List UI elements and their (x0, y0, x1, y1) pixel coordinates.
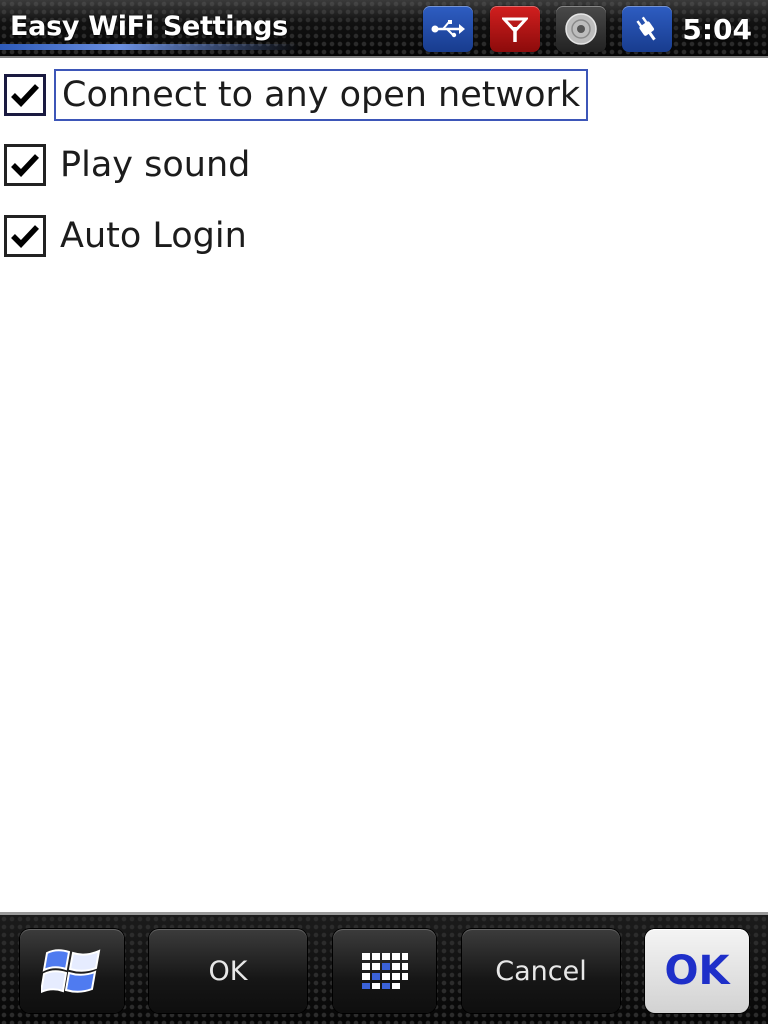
checkmark-icon (11, 84, 40, 107)
ok-confirm-button[interactable]: OK (645, 929, 749, 1013)
option-play-sound[interactable]: Play sound (0, 137, 250, 193)
option-connect-open-network[interactable]: Connect to any open network (0, 67, 589, 123)
disc-icon[interactable] (556, 6, 606, 52)
ok-soft-button[interactable]: OK (149, 929, 307, 1013)
keyboard-button[interactable] (333, 929, 436, 1013)
clock: 5:04 (682, 13, 752, 46)
title-bar: Easy WiFi Settings 5:04 (0, 0, 768, 58)
option-auto-login[interactable]: Auto Login (0, 208, 247, 264)
title-underline (0, 44, 300, 50)
checkbox-auto-login[interactable] (4, 215, 46, 257)
screen: Easy WiFi Settings 5:04 Connect to any o… (0, 0, 768, 1024)
windows-flag-icon (41, 949, 101, 994)
checkmark-icon (11, 225, 40, 248)
keyboard-icon (361, 953, 408, 989)
app-title: Easy WiFi Settings (10, 11, 288, 42)
option-label-play-sound[interactable]: Play sound (60, 145, 250, 185)
checkmark-icon (11, 154, 40, 177)
usb-icon[interactable] (423, 6, 473, 52)
power-icon[interactable] (622, 6, 672, 52)
option-label-connect-open-network[interactable]: Connect to any open network (54, 69, 589, 121)
signal-icon[interactable] (490, 6, 540, 52)
checkbox-connect-open-network[interactable] (4, 74, 46, 116)
soft-key-bar: OK Cancel OK (0, 912, 768, 1024)
cancel-soft-button[interactable]: Cancel (462, 929, 620, 1013)
start-button[interactable] (20, 929, 124, 1013)
option-label-auto-login[interactable]: Auto Login (60, 216, 247, 256)
checkbox-play-sound[interactable] (4, 144, 46, 186)
